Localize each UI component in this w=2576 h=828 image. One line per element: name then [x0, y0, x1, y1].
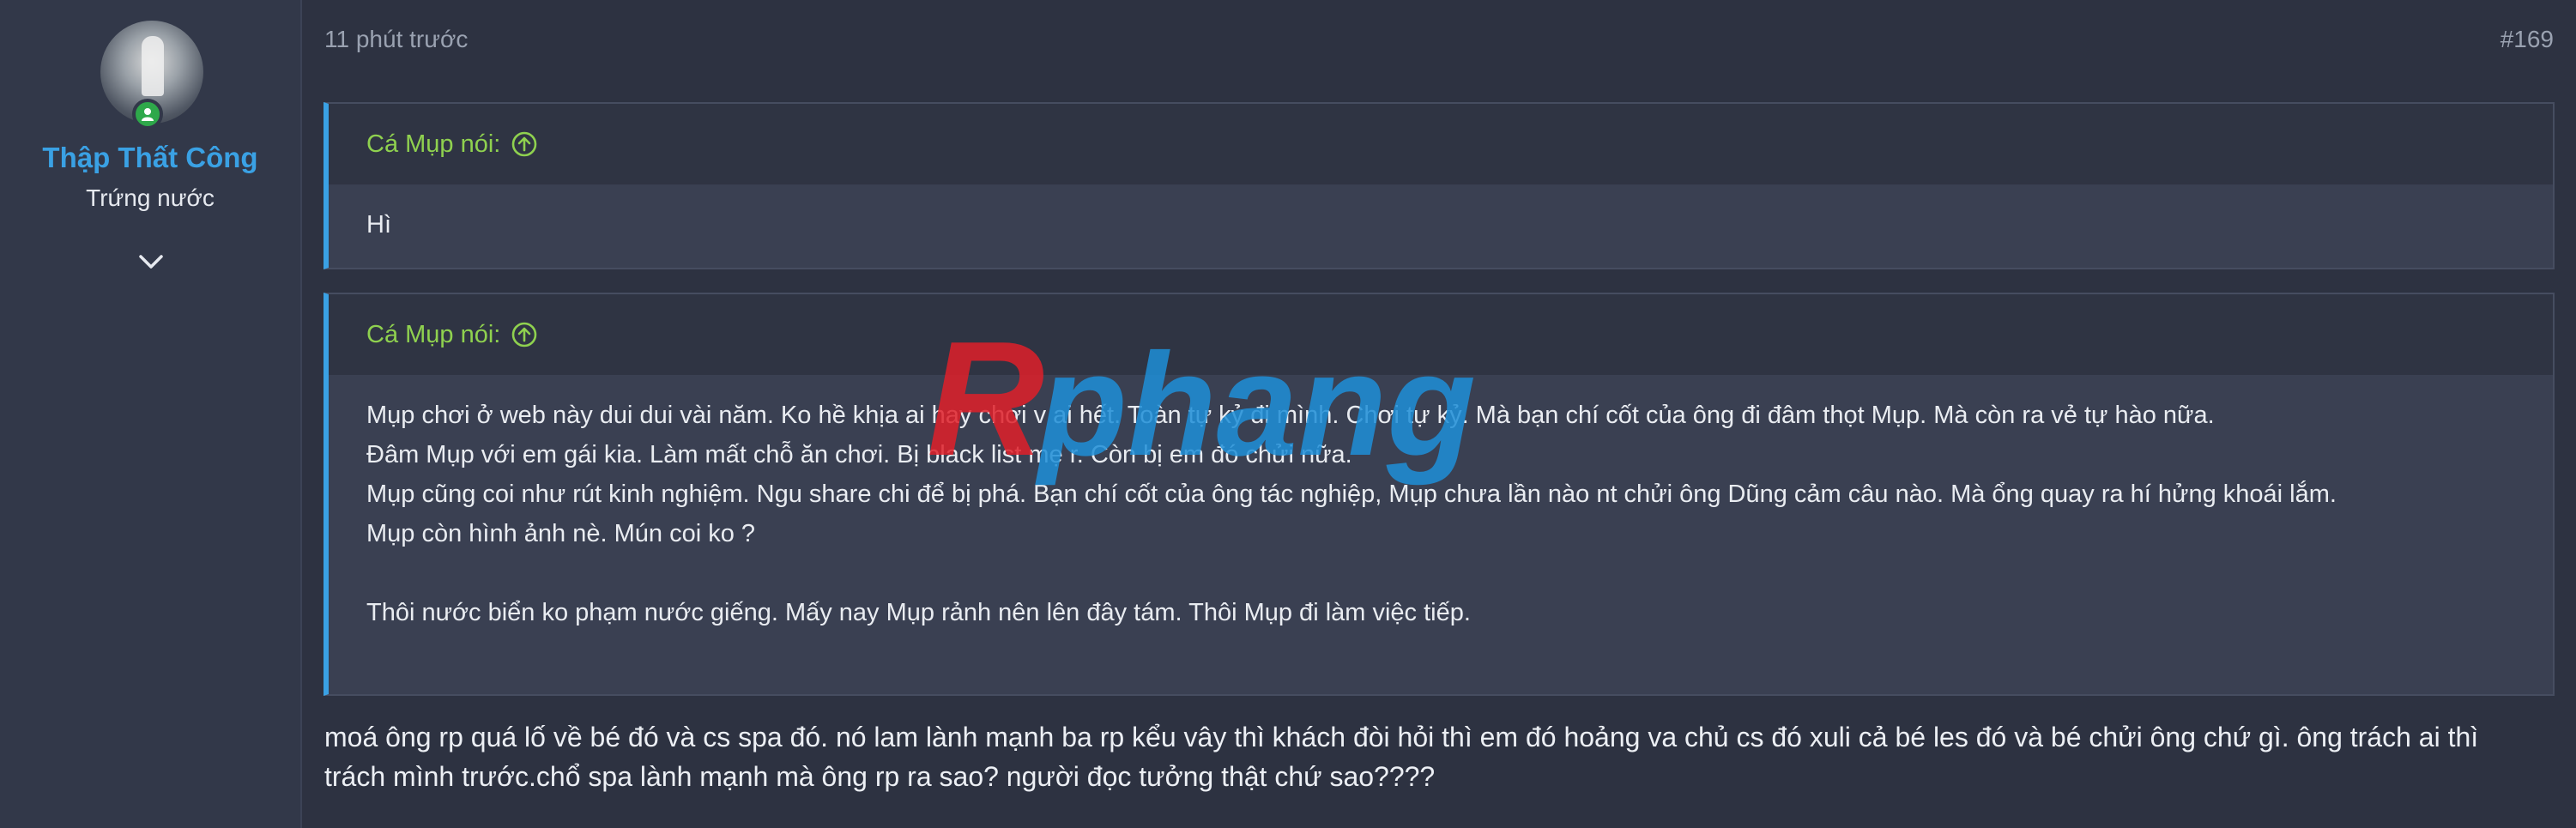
quote-line: Mụp chơi ở web này dui dui vài năm. Ko h…	[366, 402, 2215, 429]
post-timestamp[interactable]: 11 phút trước	[324, 26, 468, 53]
quote-line: Đâm Mụp với em gái kia. Làm mất chỗ ăn c…	[366, 441, 1352, 468]
arrow-up-circle-icon[interactable]	[511, 130, 538, 158]
quote-content: Mụp chơi ở web này dui dui vài năm. Ko h…	[329, 375, 2553, 653]
post-number[interactable]: #169	[2500, 26, 2554, 53]
user-title: Trứng nước	[86, 184, 215, 211]
quote-author[interactable]: Cá Mụp nói:	[366, 130, 500, 159]
quote-line: Mụp cũng coi như rút kinh nghiệm. Ngu sh…	[366, 480, 2337, 508]
post-body: moá ông rp quá lố về bé đó và cs spa đó.…	[324, 722, 2479, 792]
quote-line: Mụp còn hình ảnh nè. Mún coi ko ?	[366, 520, 756, 547]
user-sidebar: Thập Thất Công Trứng nước	[0, 0, 302, 828]
quote-block: Cá Mụp nói: Hì	[324, 102, 2555, 269]
quote-header[interactable]: Cá Mụp nói:	[329, 104, 2553, 184]
quote-line: Hì	[366, 211, 391, 239]
quote-author[interactable]: Cá Mụp nói:	[366, 321, 500, 349]
username[interactable]: Thập Thất Công	[0, 142, 300, 174]
quote-block: Cá Mụp nói: Mụp chơi ở web này dui dui v…	[324, 293, 2555, 696]
user-online-icon	[132, 99, 163, 130]
chevron-down-icon[interactable]	[136, 249, 166, 275]
arrow-up-circle-icon[interactable]	[511, 321, 538, 348]
quote-header[interactable]: Cá Mụp nói:	[329, 294, 2553, 375]
quote-line: Thôi nước biển ko phạm nước giếng. Mấy n…	[366, 599, 1471, 626]
quote-content: Hì	[329, 184, 2553, 265]
quote-line	[366, 553, 2519, 593]
